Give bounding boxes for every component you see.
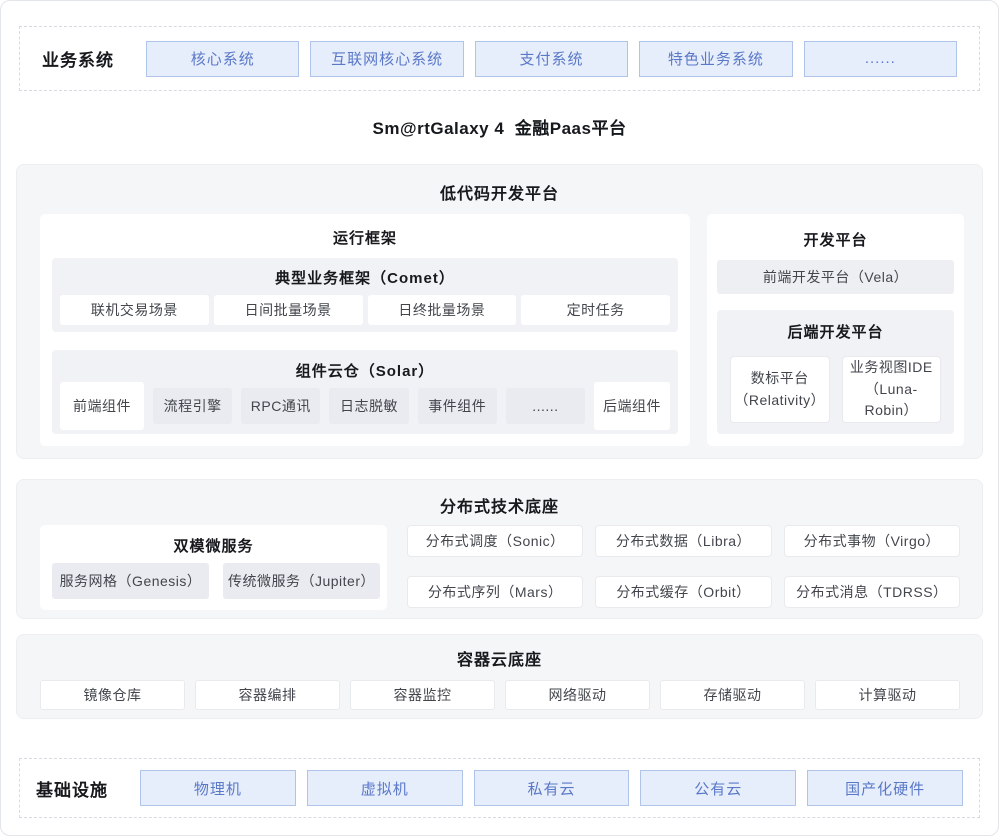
solar-component-chip[interactable]: RPC通讯 <box>241 388 320 424</box>
solar-component-chip-more[interactable]: ...... <box>506 388 585 424</box>
solar-component-title: 组件云仓（Solar） <box>52 350 678 381</box>
distributed-base-section: 分布式技术底座 双模微服务 服务网格（Genesis） 传统微服务（Jupite… <box>16 479 983 619</box>
backend-tools-row: 数标平台 （Relativity） 业务视图IDE （Luna-Robin） <box>730 356 941 423</box>
business-system-button[interactable]: 支付系统 <box>475 41 628 77</box>
business-system-buttons: 核心系统 互联网核心系统 支付系统 特色业务系统 ...... <box>146 41 957 77</box>
infrastructure-button[interactable]: 公有云 <box>640 770 796 806</box>
container-cloud-box[interactable]: 存储驱动 <box>660 680 805 710</box>
solar-components-row: 前端组件 流程引擎 RPC通讯 日志脱敏 事件组件 ...... 后端组件 <box>60 380 670 432</box>
dev-platform-card: 开发平台 前端开发平台（Vela） 后端开发平台 数标平台 （Relativit… <box>707 214 964 446</box>
container-cloud-title: 容器云底座 <box>17 635 982 670</box>
comet-scenario-chip[interactable]: 日间批量场景 <box>214 295 363 325</box>
platform-title: Sm@rtGalaxy 4 金融Paas平台 <box>1 114 998 139</box>
architecture-diagram-page: 业务系统 核心系统 互联网核心系统 支付系统 特色业务系统 ...... Sm@… <box>0 0 999 836</box>
distributed-services-grid: 分布式调度（Sonic） 分布式数据（Libra） 分布式事物（Virgo） 分… <box>407 525 960 608</box>
container-cloud-section: 容器云底座 镜像仓库 容器编排 容器监控 网络驱动 存储驱动 计算驱动 <box>16 634 983 719</box>
solar-component-panel: 组件云仓（Solar） 前端组件 流程引擎 RPC通讯 日志脱敏 事件组件 ..… <box>52 350 678 434</box>
back-end-component-chip[interactable]: 后端组件 <box>594 382 670 430</box>
infrastructure-button[interactable]: 虚拟机 <box>307 770 463 806</box>
frontend-dev-platform-chip[interactable]: 前端开发平台（Vela） <box>717 260 954 294</box>
infrastructure-row: 基础设施 物理机 虚拟机 私有云 公有云 国产化硬件 <box>19 758 980 818</box>
runtime-framework-card: 运行框架 典型业务框架（Comet） 联机交易场景 日间批量场景 日终批量场景 … <box>40 214 690 446</box>
container-cloud-box[interactable]: 容器编排 <box>195 680 340 710</box>
service-mesh-chip[interactable]: 服务网格（Genesis） <box>52 563 209 599</box>
backend-tool-codename: （Luna-Robin） <box>843 379 941 422</box>
backend-tool-box[interactable]: 数标平台 （Relativity） <box>730 356 830 423</box>
dual-mode-chips-row: 服务网格（Genesis） 传统微服务（Jupiter） <box>52 563 380 599</box>
distributed-service-box[interactable]: 分布式调度（Sonic） <box>407 525 583 557</box>
backend-tool-codename: （Relativity） <box>734 390 825 412</box>
business-system-row: 业务系统 核心系统 互联网核心系统 支付系统 特色业务系统 ...... <box>19 26 980 91</box>
distributed-base-title: 分布式技术底座 <box>17 480 982 517</box>
low-code-platform-title: 低代码开发平台 <box>17 165 982 204</box>
dev-platform-title: 开发平台 <box>707 214 964 250</box>
infrastructure-label: 基础设施 <box>36 776 140 801</box>
business-system-button[interactable]: 核心系统 <box>146 41 299 77</box>
business-system-button-more[interactable]: ...... <box>804 41 957 77</box>
comet-framework-panel: 典型业务框架（Comet） 联机交易场景 日间批量场景 日终批量场景 定时任务 <box>52 258 678 332</box>
dual-mode-microservice-title: 双模微服务 <box>40 525 387 556</box>
distributed-service-box[interactable]: 分布式消息（TDRSS） <box>784 576 960 608</box>
distributed-service-box[interactable]: 分布式序列（Mars） <box>407 576 583 608</box>
container-cloud-box[interactable]: 容器监控 <box>350 680 495 710</box>
distributed-service-box[interactable]: 分布式数据（Libra） <box>595 525 771 557</box>
traditional-microservice-chip[interactable]: 传统微服务（Jupiter） <box>223 563 380 599</box>
comet-scenario-chip[interactable]: 定时任务 <box>521 295 670 325</box>
comet-scenario-chip[interactable]: 联机交易场景 <box>60 295 209 325</box>
infrastructure-button[interactable]: 物理机 <box>140 770 296 806</box>
distributed-service-box[interactable]: 分布式缓存（Orbit） <box>595 576 771 608</box>
distributed-service-box[interactable]: 分布式事物（Virgo） <box>784 525 960 557</box>
front-end-component-chip[interactable]: 前端组件 <box>60 382 144 430</box>
infrastructure-button[interactable]: 私有云 <box>474 770 630 806</box>
comet-scenarios-row: 联机交易场景 日间批量场景 日终批量场景 定时任务 <box>60 295 670 325</box>
comet-framework-title: 典型业务框架（Comet） <box>52 258 678 288</box>
solar-component-chip[interactable]: 流程引擎 <box>153 388 232 424</box>
solar-component-chip[interactable]: 事件组件 <box>418 388 497 424</box>
backend-tool-box[interactable]: 业务视图IDE （Luna-Robin） <box>842 356 942 423</box>
container-cloud-row: 镜像仓库 容器编排 容器监控 网络驱动 存储驱动 计算驱动 <box>40 680 960 710</box>
comet-scenario-chip[interactable]: 日终批量场景 <box>368 295 517 325</box>
solar-component-chip[interactable]: 日志脱敏 <box>329 388 408 424</box>
business-system-button[interactable]: 互联网核心系统 <box>310 41 463 77</box>
infrastructure-button[interactable]: 国产化硬件 <box>807 770 963 806</box>
backend-tool-name: 业务视图IDE <box>850 357 933 379</box>
business-system-button[interactable]: 特色业务系统 <box>639 41 792 77</box>
infrastructure-buttons: 物理机 虚拟机 私有云 公有云 国产化硬件 <box>140 770 963 806</box>
container-cloud-box[interactable]: 镜像仓库 <box>40 680 185 710</box>
backend-dev-platform-title: 后端开发平台 <box>717 310 954 342</box>
business-system-label: 业务系统 <box>42 46 146 71</box>
backend-dev-platform-panel: 后端开发平台 数标平台 （Relativity） 业务视图IDE （Luna-R… <box>717 310 954 434</box>
container-cloud-box[interactable]: 网络驱动 <box>505 680 650 710</box>
low-code-platform-section: 低代码开发平台 运行框架 典型业务框架（Comet） 联机交易场景 日间批量场景… <box>16 164 983 459</box>
runtime-framework-title: 运行框架 <box>40 214 690 248</box>
dual-mode-microservice-card: 双模微服务 服务网格（Genesis） 传统微服务（Jupiter） <box>40 525 387 610</box>
backend-tool-name: 数标平台 <box>751 368 809 390</box>
container-cloud-box[interactable]: 计算驱动 <box>815 680 960 710</box>
